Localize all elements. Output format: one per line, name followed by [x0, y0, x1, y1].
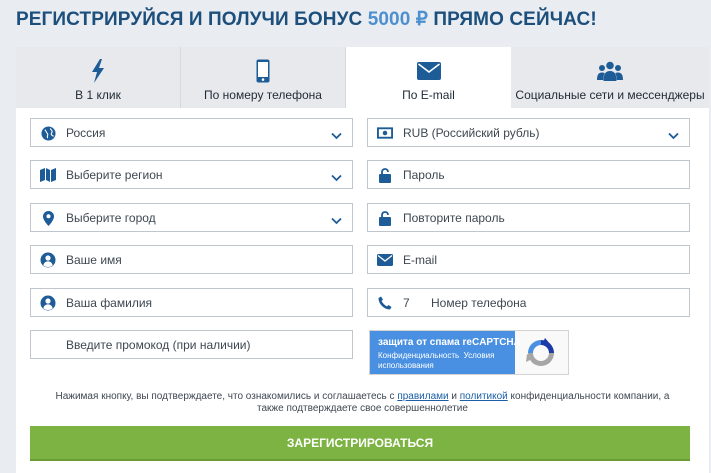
envelope-icon [377, 252, 393, 268]
title-end: ПРЯМО СЕЙЧАС! [427, 9, 597, 30]
region-select[interactable]: Выберите регион [30, 160, 353, 189]
tab-phone[interactable]: По номеру телефона [181, 47, 346, 108]
recaptcha-widget[interactable]: защита от спама reCAPTCHA Конфиденциальн… [369, 330, 569, 375]
chevron-down-icon [668, 127, 679, 145]
email-field[interactable]: E-mail [367, 245, 690, 274]
phone-prefix: 7 [403, 296, 410, 310]
tab-social[interactable]: Социальные сети и мессенджеры [511, 47, 709, 108]
password-placeholder: Пароль [403, 168, 445, 182]
currency-value: RUB (Российский рубль) [403, 126, 540, 140]
tab-label: Социальные сети и мессенджеры [515, 88, 705, 102]
phone-placeholder: Номер телефона [431, 296, 527, 310]
envelope-icon [416, 58, 441, 84]
chevron-down-icon [331, 127, 342, 145]
recaptcha-privacy-link[interactable]: Конфиденциальность Условия [378, 351, 494, 360]
email-placeholder: E-mail [403, 253, 438, 267]
rules-link[interactable]: правилами [397, 391, 448, 402]
last-name-placeholder: Ваша фамилия [66, 296, 153, 310]
phone-icon [256, 58, 270, 84]
globe-icon [40, 125, 56, 141]
last-name-field[interactable]: Ваша фамилия [30, 288, 353, 317]
promo-code-field[interactable]: Введите промокод (при наличии) [30, 330, 353, 359]
tab-label: В 1 клик [75, 88, 121, 102]
recaptcha-badge: защита от спама reCAPTCHA Конфиденциальн… [370, 331, 521, 374]
map-icon [40, 167, 56, 183]
country-select[interactable]: Россия [30, 118, 353, 147]
phone-handset-icon [377, 295, 393, 311]
lightning-icon [91, 58, 105, 84]
currency-select[interactable]: RUB (Российский рубль) [367, 118, 690, 147]
recaptcha-logo-icon [524, 337, 558, 374]
tab-one-click[interactable]: В 1 клик [16, 47, 181, 108]
recaptcha-terms-link[interactable]: Условия [464, 351, 495, 360]
money-icon [377, 125, 393, 141]
registration-form: Россия Выберите регион Выберите город Ва… [16, 108, 709, 473]
password-repeat-field[interactable]: Повторите пароль [367, 203, 690, 232]
phone-field[interactable]: 7 Номер телефона [367, 288, 690, 317]
recaptcha-usage: использования [378, 361, 434, 370]
policy-link[interactable]: политикой [460, 391, 508, 402]
bonus-amount: 5000 ₽ [367, 9, 428, 30]
city-select[interactable]: Выберите город [30, 203, 353, 232]
title-start: РЕГИСТРИРУЙСЯ И ПОЛУЧИ БОНУС [16, 9, 368, 30]
password-field[interactable]: Пароль [367, 160, 690, 189]
register-button[interactable]: ЗАРЕГИСТРИРОВАТЬСЯ [30, 426, 690, 461]
user-icon [40, 252, 56, 268]
password-repeat-placeholder: Повторите пароль [403, 211, 505, 225]
chevron-down-icon [331, 169, 342, 187]
users-icon [597, 58, 623, 84]
lock-icon [377, 210, 393, 226]
tab-label: По номеру телефона [204, 88, 322, 102]
city-value: Выберите город [66, 211, 156, 225]
recaptcha-title: защита от спама reCAPTCHA [378, 337, 521, 348]
user-icon [40, 295, 56, 311]
country-value: Россия [66, 126, 106, 140]
promo-code-placeholder: Введите промокод (при наличии) [66, 338, 251, 352]
lock-icon [377, 167, 393, 183]
tab-label: По E-mail [402, 88, 455, 102]
first-name-placeholder: Ваше имя [66, 253, 122, 267]
map-marker-icon [40, 210, 56, 226]
tab-email[interactable]: По E-mail [346, 47, 511, 108]
chevron-down-icon [331, 212, 342, 230]
page-title: РЕГИСТРИРУЙСЯ И ПОЛУЧИ БОНУС 5000 ₽ ПРЯМ… [16, 8, 597, 31]
region-value: Выберите регион [66, 168, 163, 182]
consent-text: Нажимая кнопку, вы подтверждаете, что оз… [55, 391, 670, 414]
first-name-field[interactable]: Ваше имя [30, 245, 353, 274]
registration-tabs: В 1 клик По номеру телефона По E-mail Со… [16, 47, 709, 108]
